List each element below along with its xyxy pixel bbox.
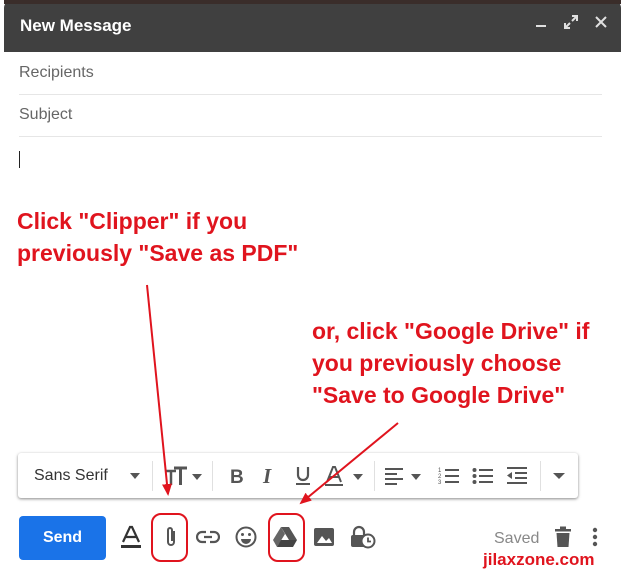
arrow-to-drive [299, 422, 399, 505]
annotation-arrows [146, 284, 399, 505]
compose-window: New Message Recipients Subject Click "Cl… [0, 0, 623, 573]
arrow-to-clipper [146, 284, 172, 496]
